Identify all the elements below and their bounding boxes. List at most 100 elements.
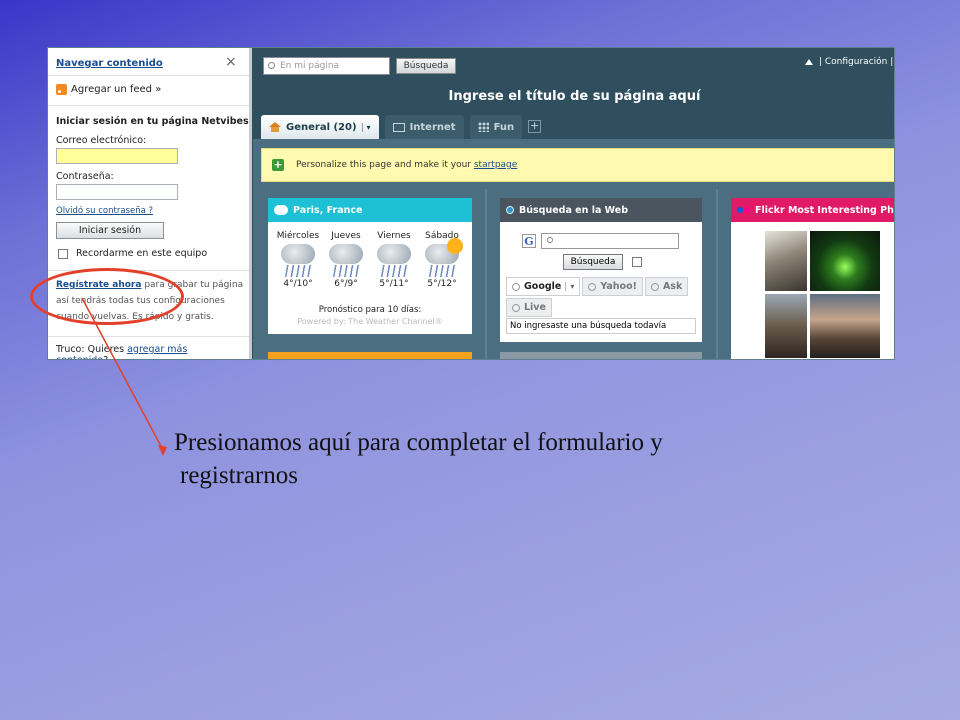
- page-title[interactable]: Ingrese el título de su página aquí: [253, 89, 894, 104]
- photo-thumbnail[interactable]: [810, 231, 880, 291]
- forgot-password-link[interactable]: Olvidó su contraseña ?: [56, 206, 153, 216]
- web-search-widget: Búsqueda en la Web G Búsqueda Google ▾ Ya…: [500, 198, 702, 342]
- web-search-title: Búsqueda en la Web: [519, 204, 629, 216]
- netvibes-screenshot: Navegar contenido × Agregar un feed » In…: [47, 47, 895, 360]
- monitor-icon: [392, 122, 405, 132]
- rain-icon: [283, 265, 313, 277]
- photo-thumbnail[interactable]: [765, 231, 807, 291]
- rain-icon: [379, 265, 409, 277]
- plus-icon[interactable]: +: [272, 159, 284, 171]
- rain-cloud-icon: [281, 244, 315, 264]
- config-link[interactable]: | Configuración |: [819, 57, 893, 67]
- collapse-icon[interactable]: [805, 59, 813, 65]
- tab-fun[interactable]: Fun: [469, 115, 523, 139]
- photo-grid: [765, 231, 880, 358]
- remember-label: Recordarme en este equipo: [76, 248, 208, 259]
- forecast-day: Jueves 6°/9°: [322, 231, 370, 289]
- search-icon: [547, 237, 553, 243]
- rain-cloud-icon: [377, 244, 411, 264]
- tip-prefix: Truco: Quieres: [56, 344, 128, 355]
- remember-checkbox[interactable]: [58, 248, 68, 259]
- instruction-caption: Presionamos aquí para completar el formu…: [174, 426, 834, 492]
- no-search-message: No ingresaste una búsqueda todavía: [506, 318, 696, 334]
- add-feed-link[interactable]: Agregar un feed »: [56, 84, 161, 95]
- column-divider: [485, 189, 487, 359]
- search-option-checkbox[interactable]: [632, 257, 642, 267]
- engine-tab-yahoo[interactable]: Yahoo!: [582, 277, 643, 296]
- globe-icon: [650, 282, 659, 291]
- web-search-header[interactable]: Búsqueda en la Web: [500, 198, 702, 222]
- forecast-days: Miércoles 4°/10° Jueves 6°/9° Viernes 5°…: [274, 231, 466, 289]
- caption-line-2: registrarnos: [180, 462, 299, 489]
- caption-line-1: Presionamos aquí para completar el formu…: [174, 429, 663, 456]
- search-engine-tabs: Google ▾ Yahoo! Ask Live: [506, 277, 696, 317]
- day-name: Jueves: [331, 231, 361, 241]
- engine-tab-live[interactable]: Live: [506, 298, 552, 317]
- weather-title: Paris, France: [293, 204, 363, 216]
- password-label: Contraseña:: [56, 171, 114, 182]
- search-placeholder: En mi página: [280, 61, 340, 71]
- page-search-input[interactable]: En mi página: [263, 57, 390, 75]
- web-search-button[interactable]: Búsqueda: [563, 254, 623, 270]
- divider: [48, 75, 249, 76]
- engine-tab-google[interactable]: Google ▾: [506, 277, 581, 296]
- google-logo-icon: G: [522, 234, 536, 248]
- tip-bar: Truco: Quieres agregar más contenido?: [48, 336, 249, 359]
- tab-label: Internet: [409, 121, 456, 133]
- rain-icon: [427, 265, 457, 277]
- day-temp: 6°/9°: [334, 279, 358, 289]
- search-icon: [268, 62, 275, 69]
- engine-tab-ask[interactable]: Ask: [644, 277, 689, 296]
- ten-day-forecast-link[interactable]: Pronóstico para 10 días:: [268, 305, 472, 315]
- photo-thumbnail[interactable]: [765, 294, 807, 358]
- page-content: + Personalize this page and make it your…: [253, 139, 894, 359]
- web-search-input[interactable]: [541, 233, 679, 249]
- search-button[interactable]: Búsqueda: [396, 58, 456, 74]
- tip-suffix: ?: [103, 355, 108, 359]
- login-button[interactable]: Iniciar sesión: [56, 222, 164, 239]
- login-title: Iniciar sesión en tu página Netvibes: [56, 116, 249, 127]
- email-label: Correo electrónico:: [56, 135, 147, 146]
- sun-icon: [447, 238, 463, 254]
- startpage-link[interactable]: startpage: [474, 160, 517, 170]
- config-menu[interactable]: | Configuración |: [805, 57, 893, 67]
- photo-thumbnail[interactable]: [810, 294, 880, 358]
- weather-header[interactable]: Paris, France: [268, 198, 472, 222]
- day-name: Miércoles: [276, 231, 320, 241]
- engine-label: Google: [524, 281, 562, 292]
- flickr-header[interactable]: Flickr Most Interesting Photo: [731, 198, 894, 222]
- rss-icon: [56, 84, 67, 95]
- day-temp: 5°/12°: [427, 279, 457, 289]
- engine-label: Live: [524, 302, 546, 313]
- password-field[interactable]: [56, 184, 178, 200]
- chevron-down-icon[interactable]: ▾: [565, 282, 574, 291]
- tab-dropdown-icon[interactable]: ▾: [361, 122, 371, 132]
- globe-icon: [588, 282, 597, 291]
- navigate-content-link[interactable]: Navegar contenido: [56, 58, 163, 69]
- rain-icon: [331, 265, 361, 277]
- flickr-icon: [737, 207, 750, 213]
- house-icon: [269, 122, 281, 132]
- tab-internet[interactable]: Internet: [384, 115, 464, 139]
- tab-general[interactable]: General (20) ▾: [261, 115, 379, 139]
- column-divider: [716, 189, 718, 359]
- globe-icon: [512, 303, 520, 312]
- partly-cloudy-icon: [272, 202, 288, 215]
- globe-icon: [506, 206, 514, 214]
- engine-label: Ask: [662, 281, 683, 292]
- rain-cloud-icon: [329, 244, 363, 264]
- sun-rain-cloud-icon: [425, 238, 463, 264]
- close-icon[interactable]: ×: [225, 54, 237, 70]
- divider: [48, 105, 249, 106]
- widget-header-strip: [500, 352, 702, 359]
- tab-bar: General (20) ▾ Internet Fun +: [261, 115, 542, 139]
- tab-label: General (20): [286, 121, 357, 133]
- tab-label: Fun: [493, 121, 515, 133]
- email-field[interactable]: [56, 148, 178, 164]
- grid-icon: [477, 122, 489, 132]
- remember-me[interactable]: Recordarme en este equipo: [58, 248, 207, 259]
- widget-header-strip: [268, 352, 472, 359]
- add-tab-button[interactable]: +: [528, 120, 542, 133]
- notice-text: Personalize this page and make it your: [296, 160, 474, 170]
- highlight-ellipse: [30, 268, 184, 325]
